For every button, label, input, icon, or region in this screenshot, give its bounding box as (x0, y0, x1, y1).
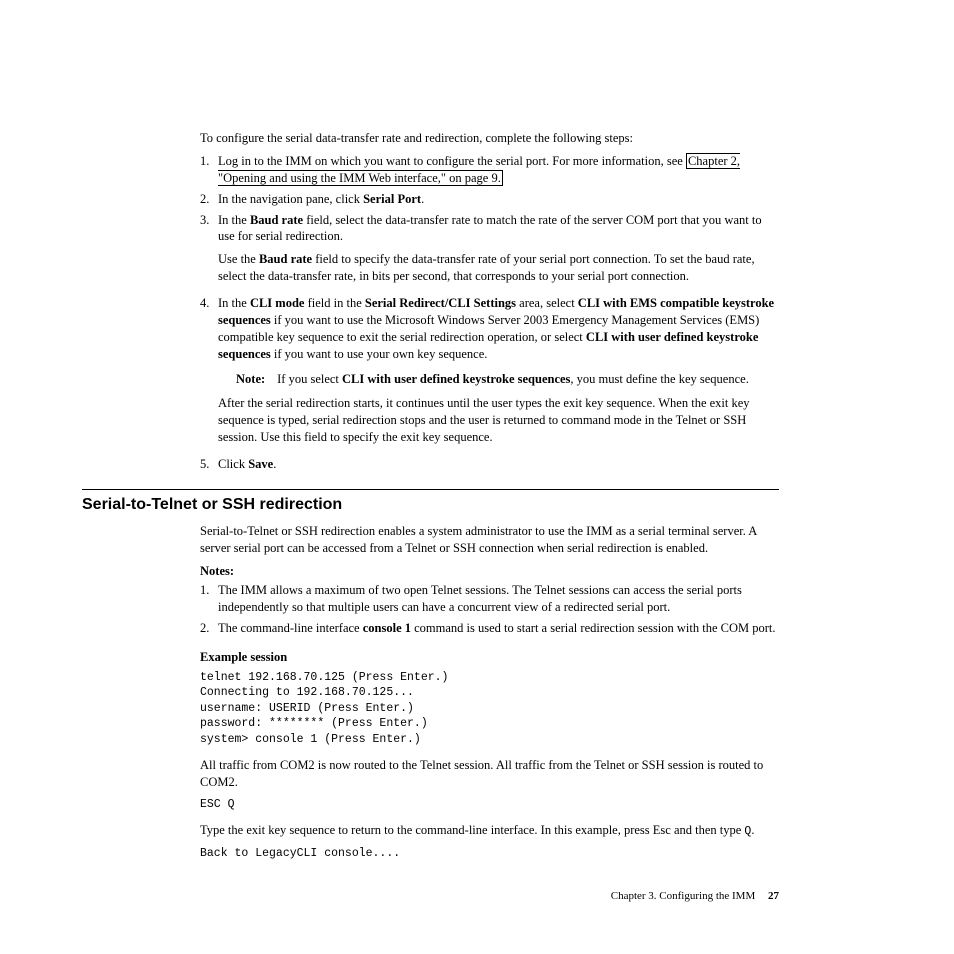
step-num: 2. (200, 191, 216, 208)
step-text: After the serial redirection starts, it … (218, 395, 779, 446)
ui-label: console 1 (363, 621, 411, 635)
step-text: area, select (516, 296, 578, 310)
note-text: , you must define the key sequence. (570, 372, 748, 386)
step-text: Log in to the IMM on which you want to c… (218, 154, 686, 168)
text: Type the exit key sequence to return to … (200, 823, 744, 837)
paragraph-traffic: All traffic from COM2 is now routed to t… (200, 757, 779, 791)
footer-chapter: Chapter 3. Configuring the IMM (611, 890, 756, 902)
step-num: 5. (200, 456, 216, 473)
code-block-back: Back to LegacyCLI console.... (200, 846, 779, 862)
paragraph-exit: Type the exit key sequence to return to … (200, 822, 779, 840)
notes-heading: Notes: (200, 563, 779, 580)
note-block: Note: If you select CLI with user define… (236, 371, 779, 388)
step-1: 1. Log in to the IMM on which you want t… (200, 153, 779, 187)
section-divider (82, 489, 779, 490)
section-intro: Serial-to-Telnet or SSH redirection enab… (200, 523, 779, 557)
section-heading: Serial-to-Telnet or SSH redirection (82, 494, 779, 516)
text: . (751, 823, 754, 837)
note-item-1: 1. The IMM allows a maximum of two open … (200, 582, 779, 616)
step-text: field in the (304, 296, 364, 310)
note-text: The IMM allows a maximum of two open Tel… (218, 582, 779, 616)
step-text: In the navigation pane, click (218, 192, 363, 206)
note-text: If you select (277, 372, 342, 386)
ui-label: Baud rate (259, 252, 312, 266)
step-num: 1. (200, 153, 216, 187)
step-text: Click (218, 457, 248, 471)
ui-label: Save (248, 457, 273, 471)
code-block-session: telnet 192.168.70.125 (Press Enter.) Con… (200, 670, 779, 748)
step-text: if you want to use your own key sequence… (271, 347, 488, 361)
step-text: Use the (218, 252, 259, 266)
step-3: 3. In the Baud rate field, select the da… (200, 212, 779, 292)
note-num: 2. (200, 620, 216, 637)
step-2: 2. In the navigation pane, click Serial … (200, 191, 779, 208)
code-block-escq: ESC Q (200, 797, 779, 813)
step-num: 4. (200, 295, 216, 452)
note-num: 1. (200, 582, 216, 616)
ui-label: Serial Port (363, 192, 421, 206)
ui-label: Baud rate (250, 213, 303, 227)
step-text: In the (218, 296, 250, 310)
page-footer: Chapter 3. Configuring the IMM 27 (611, 890, 779, 902)
note-text: The command-line interface (218, 621, 363, 635)
notes-list: 1. The IMM allows a maximum of two open … (200, 582, 779, 637)
step-text: . (421, 192, 424, 206)
ui-label: Serial Redirect/CLI Settings (365, 296, 516, 310)
note-text: command is used to start a serial redire… (411, 621, 776, 635)
step-4: 4. In the CLI mode field in the Serial R… (200, 295, 779, 452)
step-num: 3. (200, 212, 216, 292)
ui-label: CLI mode (250, 296, 305, 310)
step-text: In the (218, 213, 250, 227)
note-item-2: 2. The command-line interface console 1 … (200, 620, 779, 637)
example-heading: Example session (200, 649, 779, 666)
step-text: . (273, 457, 276, 471)
step-5: 5. Click Save. (200, 456, 779, 473)
intro-text: To configure the serial data-transfer ra… (200, 130, 779, 147)
page-number: 27 (768, 890, 779, 902)
steps-list: 1. Log in to the IMM on which you want t… (200, 153, 779, 473)
note-label: Note: (236, 371, 274, 388)
ui-label: CLI with user defined keystroke sequence… (342, 372, 570, 386)
